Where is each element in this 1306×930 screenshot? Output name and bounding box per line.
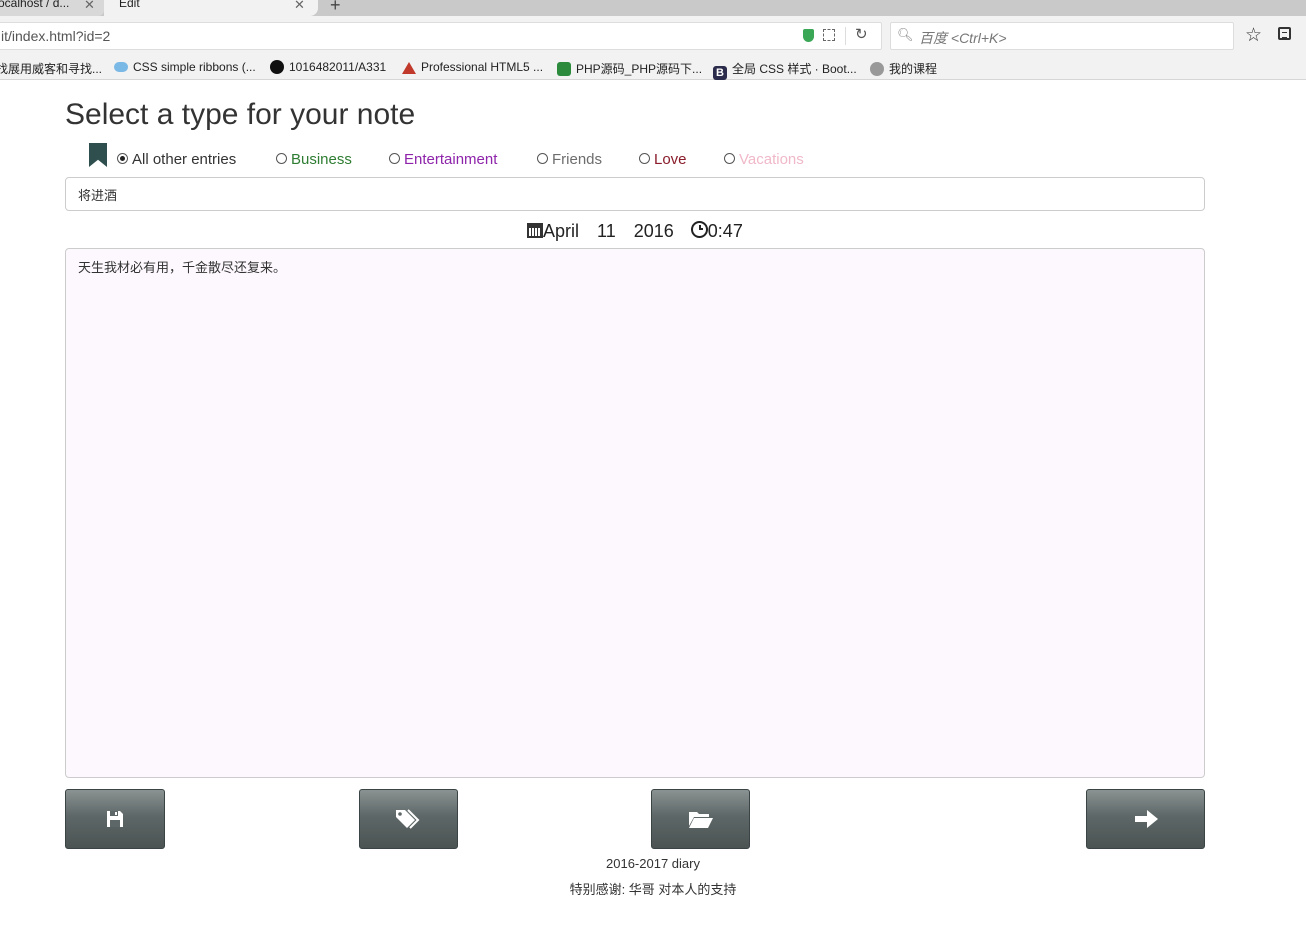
radio-label: Vacations	[739, 151, 804, 168]
bookmark-item[interactable]: 我的课程	[870, 60, 937, 77]
radio-button[interactable]	[537, 153, 548, 164]
note-title-input[interactable]	[65, 177, 1205, 211]
folder-open-icon	[688, 812, 713, 828]
radio-label: All other entries	[132, 151, 237, 168]
footer-copyright: 2016-2017 diary	[606, 856, 700, 871]
note-content-textarea[interactable]: 天生我材必有用，千金散尽还复来。	[65, 248, 1205, 778]
url-text: it/index.html?id=2	[1, 28, 111, 44]
type-radio-friends[interactable]: Friends	[537, 151, 602, 168]
reload-icon[interactable]: ↻	[855, 25, 868, 43]
tab-close-icon[interactable]: ✕	[84, 0, 95, 14]
radio-button[interactable]	[276, 153, 287, 164]
bookmark-item[interactable]: PHP源码_PHP源码下...	[557, 60, 702, 77]
date-year: 2016	[633, 221, 674, 241]
radio-label: Friends	[552, 151, 603, 168]
open-folder-button[interactable]	[651, 789, 750, 849]
type-radio-all[interactable]: All other entries	[117, 151, 236, 168]
calendar-icon	[527, 223, 543, 238]
search-placeholder: 百度 <Ctrl+K>	[919, 30, 1007, 46]
next-button[interactable]	[1086, 789, 1205, 849]
radio-button[interactable]	[724, 153, 735, 164]
page-title: Select a type for your note	[65, 98, 416, 131]
bookmarks-bar: 找展用威客和寻找... CSS simple ribbons (... 1016…	[0, 54, 1306, 80]
url-field[interactable]: it/index.html?id=2 ↻	[0, 22, 882, 50]
new-tab-button[interactable]: +	[330, 0, 341, 16]
date-month: April	[543, 221, 580, 241]
shield-icon[interactable]	[803, 29, 814, 42]
divider	[845, 27, 846, 45]
search-field[interactable]: 🔍︎ 百度 <Ctrl+K>	[890, 22, 1234, 50]
tags-button[interactable]	[359, 789, 458, 849]
reader-menu-icon[interactable]	[1278, 27, 1291, 40]
bookmark-item[interactable]: Professional HTML5 ...	[402, 60, 543, 74]
address-bar: it/index.html?id=2 ↻ 🔍︎ 百度 <Ctrl+K> ☆	[0, 16, 1306, 54]
globe-icon	[870, 62, 884, 76]
radio-label: Business	[291, 151, 352, 168]
save-button[interactable]	[65, 789, 165, 849]
radio-button[interactable]	[639, 153, 650, 164]
php-icon	[557, 62, 571, 76]
tab-close-icon[interactable]: ✕	[294, 0, 305, 14]
date-day: 11	[597, 221, 616, 241]
radio-label: Love	[654, 151, 687, 168]
bootstrap-icon: B	[713, 66, 727, 80]
bookmark-item[interactable]: CSS simple ribbons (...	[114, 60, 256, 74]
qr-code-icon[interactable]	[823, 29, 835, 41]
bookmark-item[interactable]: 找展用威客和寻找...	[0, 60, 102, 77]
footer-thanks: 特别感谢: 华哥 对本人的支持	[569, 882, 737, 897]
radio-label: Entertainment	[404, 151, 498, 168]
github-icon	[270, 60, 284, 74]
search-icon: 🔍︎	[897, 27, 914, 42]
type-radio-entertainment[interactable]: Entertainment	[389, 151, 497, 168]
cloud-icon	[114, 62, 128, 72]
clock-icon	[690, 221, 708, 238]
browser-tab-edit[interactable]: Edit ✕	[104, 0, 318, 16]
bookmark-icon	[89, 143, 107, 167]
type-radio-business[interactable]: Business	[276, 151, 352, 168]
radio-button[interactable]	[389, 153, 400, 164]
browser-tab-localhost[interactable]: ocalhost / d... ✕	[0, 0, 104, 16]
floppy-disk-icon	[107, 811, 123, 827]
note-date: April 11 2016 0:47	[527, 221, 743, 242]
tab-label: ocalhost / d...	[0, 0, 70, 10]
triangle-logo-icon	[402, 62, 416, 74]
bookmark-item[interactable]: B 全局 CSS 样式 · Boot...	[713, 60, 857, 80]
type-radio-love[interactable]: Love	[639, 151, 687, 168]
star-icon[interactable]: ☆	[1245, 24, 1262, 47]
browser-tab-bar: ocalhost / d... ✕ Edit ✕ +	[0, 0, 1306, 16]
bookmark-item[interactable]: 1016482011/A331	[270, 60, 386, 74]
radio-button[interactable]	[117, 153, 128, 164]
tags-icon	[395, 809, 419, 829]
date-time: 0:47	[707, 221, 743, 241]
arrow-right-icon	[1134, 810, 1158, 828]
tab-label: Edit	[119, 0, 140, 10]
type-radio-vacations[interactable]: Vacations	[724, 151, 804, 168]
